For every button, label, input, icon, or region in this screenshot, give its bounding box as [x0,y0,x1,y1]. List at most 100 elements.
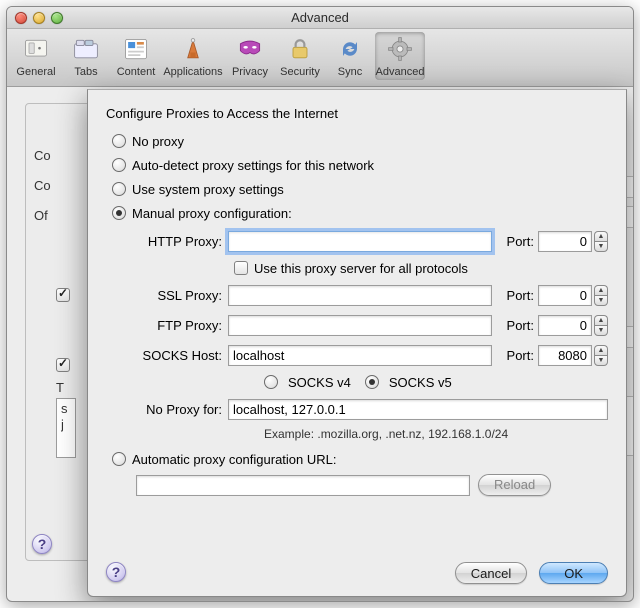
sync-icon [335,34,365,64]
obscured-text: Of [34,208,48,223]
radio-icon [112,134,126,148]
close-window-button[interactable] [15,12,27,24]
stepper-up-icon[interactable]: ▲ [594,315,608,325]
window-title: Advanced [7,10,633,25]
radio-icon [112,452,126,466]
toolbar-advanced[interactable]: Advanced [375,32,425,80]
port-label: Port: [492,288,538,303]
auto-config-url-input[interactable] [136,475,470,496]
option-label: Auto-detect proxy settings for this netw… [132,158,374,173]
preferences-toolbar: General Tabs Content Applications Privac… [7,29,633,87]
obscured-text: Co [34,178,51,193]
gear-icon [385,34,415,64]
radio-icon [112,206,126,220]
proxy-settings-sheet: Configure Proxies to Access the Internet… [87,89,627,597]
help-button[interactable]: ? [32,534,52,554]
http-proxy-label: HTTP Proxy: [136,234,228,249]
preferences-window: Advanced General Tabs Content Applicati [6,6,634,602]
toolbar-security[interactable]: Security [275,32,325,80]
toolbar-label: Sync [338,66,362,78]
ftp-port-stepper[interactable]: ▲ ▼ [594,315,608,336]
option-manual-proxy[interactable]: Manual proxy configuration: [112,203,608,223]
applications-icon [178,34,208,64]
socks-port-stepper[interactable]: ▲ ▼ [594,345,608,366]
option-label: Automatic proxy configuration URL: [132,452,336,467]
socks-v5-label[interactable]: SOCKS v5 [389,375,452,390]
radio-icon [112,158,126,172]
cancel-button[interactable]: Cancel [455,562,527,584]
toolbar-label: Tabs [74,66,97,78]
switch-icon [21,34,51,64]
ssl-proxy-row: SSL Proxy: Port: ▲ ▼ [136,283,608,307]
checkbox-icon [234,261,248,275]
stepper-down-icon[interactable]: ▼ [594,325,608,336]
ftp-proxy-input[interactable] [228,315,492,336]
socks-host-label: SOCKS Host: [136,348,228,363]
zoom-window-button[interactable] [51,12,63,24]
stepper-up-icon[interactable]: ▲ [594,231,608,241]
socks-v4-label[interactable]: SOCKS v4 [288,375,351,390]
ftp-proxy-row: FTP Proxy: Port: ▲ ▼ [136,313,608,337]
socks-host-row: SOCKS Host: Port: ▲ ▼ [136,343,608,367]
minimize-window-button[interactable] [33,12,45,24]
toolbar-label: Privacy [232,66,268,78]
stepper-up-icon[interactable]: ▲ [594,345,608,355]
ftp-port-input[interactable] [538,315,592,336]
http-port-stepper[interactable]: ▲ ▼ [594,231,608,252]
ssl-port-stepper[interactable]: ▲ ▼ [594,285,608,306]
manual-proxy-form: HTTP Proxy: Port: ▲ ▼ Use this proxy ser… [136,229,608,441]
help-button[interactable]: ? [106,562,126,582]
no-proxy-input[interactable] [228,399,608,420]
option-label: Manual proxy configuration: [132,206,292,221]
stepper-down-icon[interactable]: ▼ [594,355,608,366]
obscured-textarea: s j [56,398,76,458]
toolbar-label: Security [280,66,320,78]
toolbar-applications[interactable]: Applications [161,32,225,80]
option-system-proxy[interactable]: Use system proxy settings [112,179,608,199]
ssl-proxy-label: SSL Proxy: [136,288,228,303]
toolbar-label: Applications [163,66,222,78]
http-port-input[interactable] [538,231,592,252]
reload-button[interactable]: Reload [478,474,551,496]
obscured-text: Co [34,148,51,163]
stepper-down-icon[interactable]: ▼ [594,295,608,306]
port-label: Port: [492,348,538,363]
option-no-proxy[interactable]: No proxy [112,131,608,151]
radio-icon[interactable] [264,375,278,389]
socks-host-input[interactable] [228,345,492,366]
toolbar-general[interactable]: General [11,32,61,80]
http-proxy-row: HTTP Proxy: Port: ▲ ▼ [136,229,608,253]
traffic-lights [7,12,63,24]
option-auto-config-url[interactable]: Automatic proxy configuration URL: [112,449,608,469]
port-label: Port: [492,318,538,333]
socks-port-input[interactable] [538,345,592,366]
stepper-down-icon[interactable]: ▼ [594,241,608,252]
socks-version-row: SOCKS v4 SOCKS v5 [264,373,608,391]
toolbar-content[interactable]: Content [111,32,161,80]
toolbar-label: General [16,66,55,78]
option-auto-detect[interactable]: Auto-detect proxy settings for this netw… [112,155,608,175]
titlebar: Advanced [7,7,633,29]
ssl-port-input[interactable] [538,285,592,306]
use-for-all-label: Use this proxy server for all protocols [254,261,468,276]
lock-icon [285,34,315,64]
radio-icon[interactable] [365,375,379,389]
radio-icon [112,182,126,196]
sheet-heading: Configure Proxies to Access the Internet [106,106,608,121]
no-proxy-label: No Proxy for: [136,402,228,417]
toolbar-tabs[interactable]: Tabs [61,32,111,80]
ssl-proxy-input[interactable] [228,285,492,306]
port-label: Port: [492,234,538,249]
mask-icon [235,34,265,64]
http-proxy-input[interactable] [228,231,492,252]
no-proxy-for-row: No Proxy for: [136,397,608,421]
toolbar-label: Advanced [376,66,425,78]
content-icon [121,34,151,64]
ok-button[interactable]: OK [539,562,608,584]
stepper-up-icon[interactable]: ▲ [594,285,608,295]
option-label: Use system proxy settings [132,182,284,197]
toolbar-label: Content [117,66,156,78]
use-for-all-row[interactable]: Use this proxy server for all protocols [234,259,608,277]
toolbar-sync[interactable]: Sync [325,32,375,80]
toolbar-privacy[interactable]: Privacy [225,32,275,80]
